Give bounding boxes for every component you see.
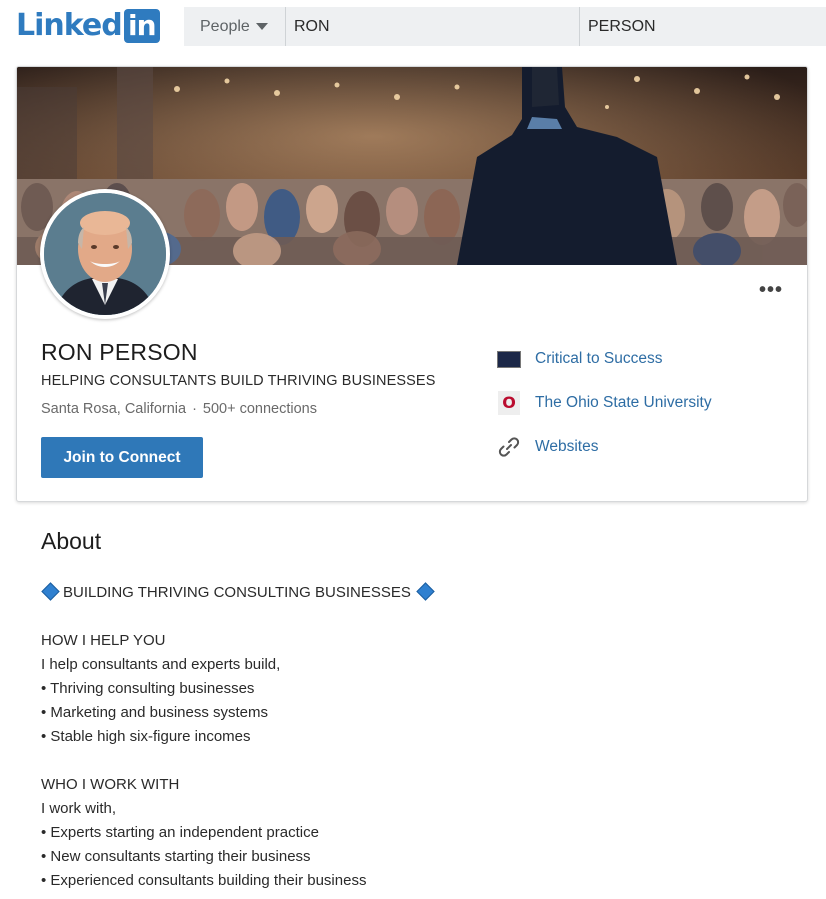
logo-wordmark: Linked [16,8,123,43]
people-search-bar: People [184,7,826,46]
list-item: • Thriving consulting businesses [41,680,255,697]
search-type-dropdown[interactable]: People [184,7,286,46]
list-item: • Experts starting an independent practi… [41,824,319,841]
company-logo-icon [497,347,521,371]
profile-meta: Santa Rosa, California · 500+ connections [41,401,317,417]
link-websites-label[interactable]: Websites [535,438,598,456]
list-item: • Marketing and business systems [41,704,269,721]
top-bar: Linked in People [0,0,826,52]
about-section-title: HOW I HELP YOU [41,632,166,649]
about-section-title: WHO I WORK WITH [41,776,180,793]
about-text: BUILDING THRIVING CONSULTING BUSINESSES … [41,581,801,893]
about-tagline-text: BUILDING THRIVING CONSULTING BUSINESSES [63,584,411,601]
person-portrait-image [44,193,166,315]
profile-headline: HELPING CONSULTANTS BUILD THRIVING BUSIN… [41,373,436,389]
last-name-input[interactable] [580,7,826,46]
more-options-icon[interactable]: ••• [759,279,783,302]
list-item: • New consultants starting their busines… [41,848,311,865]
link-icon [497,435,521,459]
linkedin-logo[interactable]: Linked in [16,8,160,44]
profile-photo [40,189,170,319]
profile-card: ••• RON PERSON HELPING CONSULTANTS BUILD… [16,66,808,502]
join-to-connect-button[interactable]: Join to Connect [41,437,203,478]
profile-name: RON PERSON [41,339,198,365]
link-current-company-label[interactable]: Critical to Success [535,350,662,368]
caret-down-icon [255,23,268,30]
about-heading: About [41,528,102,554]
link-current-company[interactable]: Critical to Success [497,337,712,381]
link-education-label[interactable]: The Ohio State University [535,394,712,412]
list-item: • Stable high six-figure incomes [41,728,251,745]
list-item: • Experienced consultants building their… [41,872,367,889]
about-tagline: BUILDING THRIVING CONSULTING BUSINESSES [41,581,801,605]
profile-links: Critical to Success O The Ohio State Uni… [497,337,712,469]
meta-separator: · [192,401,197,417]
logo-in-box: in [123,9,160,43]
blue-diamond-icon [416,582,435,601]
link-websites[interactable]: Websites [497,425,712,469]
profile-location: Santa Rosa, California [41,401,187,417]
about-section-intro: I work with, [41,800,117,817]
about-section-intro: I help consultants and experts build, [41,656,281,673]
university-logo-icon: O [497,391,521,415]
link-education[interactable]: O The Ohio State University [497,381,712,425]
blue-diamond-icon [41,582,60,601]
search-type-label: People [200,17,250,35]
first-name-input[interactable] [286,7,580,46]
profile-connections: 500+ connections [202,401,317,417]
